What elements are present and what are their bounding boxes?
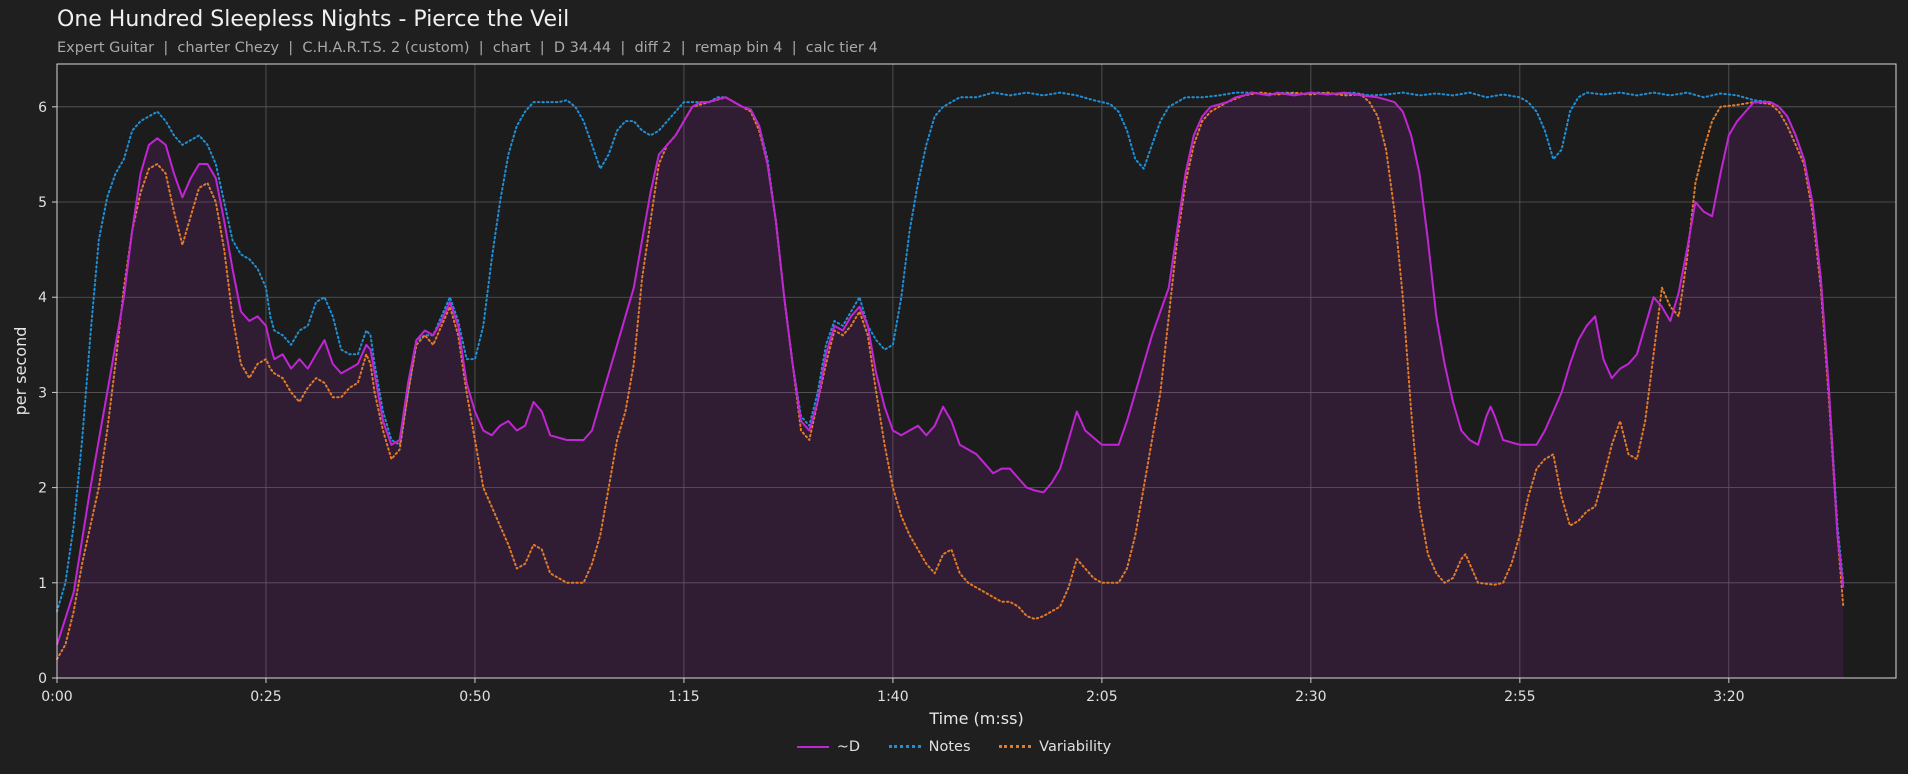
y-tick-label: 3 xyxy=(38,385,47,401)
legend-label-d: ~D xyxy=(836,739,861,755)
y-tick-label: 6 xyxy=(38,100,47,116)
x-tick-label: 0:50 xyxy=(459,689,490,705)
y-tick-label: 0 xyxy=(38,671,47,687)
legend: ~D Notes Variability xyxy=(0,736,1908,755)
legend-swatch-d xyxy=(796,746,829,748)
y-tick-label: 1 xyxy=(38,576,47,592)
legend-item-d: ~D xyxy=(796,739,861,755)
legend-label-variability: Variability xyxy=(1039,738,1112,755)
y-axis-label: per second xyxy=(11,327,30,416)
x-tick-label: 1:40 xyxy=(877,689,908,705)
chart-svg: 0:00 0:25 0:50 1:15 1:40 2:05 2:30 2:55 3:20 0 1 2 3… xyxy=(11,63,1897,728)
y-tick-label: 4 xyxy=(38,290,47,306)
y-tick-label: 5 xyxy=(38,195,47,211)
x-tick-label: 2:05 xyxy=(1086,689,1117,705)
legend-item-variability: Variability xyxy=(999,739,1111,755)
legend-label-notes: Notes xyxy=(928,738,971,755)
x-tick-label: 2:55 xyxy=(1504,689,1535,705)
x-tick-label: 3:20 xyxy=(1713,689,1744,705)
x-tick-label: 0:00 xyxy=(41,689,72,705)
legend-swatch-notes xyxy=(888,745,921,748)
x-tick-label: 2:30 xyxy=(1295,689,1326,705)
legend-item-notes: Notes xyxy=(888,738,971,755)
x-tick-label: 0:25 xyxy=(250,689,281,705)
x-tick-label: 1:15 xyxy=(668,689,699,705)
y-tick-label: 2 xyxy=(38,481,47,497)
legend-swatch-variability xyxy=(999,745,1032,748)
x-axis-label: Time (m:ss) xyxy=(928,709,1023,728)
